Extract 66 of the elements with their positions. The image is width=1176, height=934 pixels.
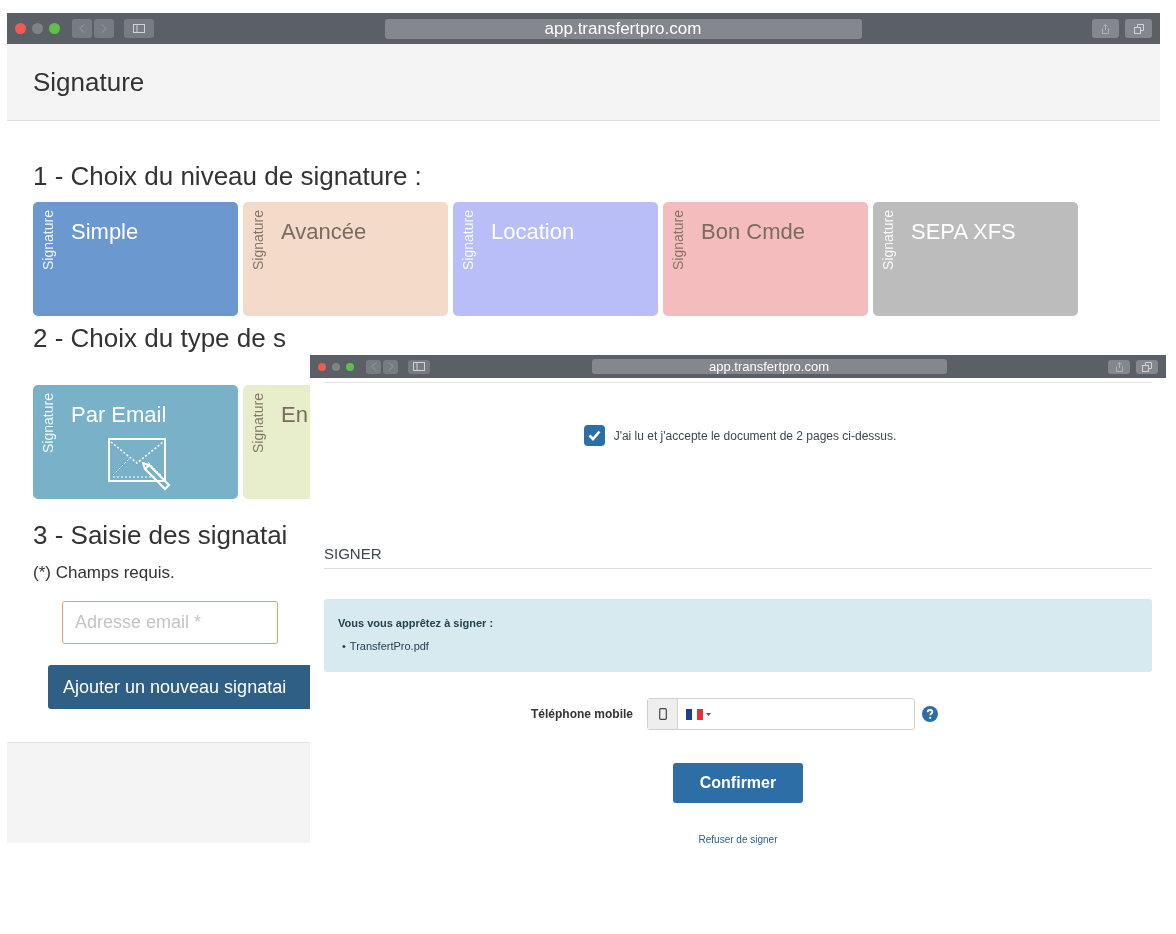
back-button[interactable] — [366, 359, 381, 374]
email-field[interactable]: Adresse email * — [62, 601, 278, 644]
address-bar[interactable]: app.transfertpro.com — [591, 359, 947, 374]
required-note: (*) Champs requis. — [33, 562, 175, 584]
accept-label: J'ai lu et j'accepte le document de 2 pages ci-dessus. — [613, 427, 897, 445]
share-button[interactable] — [1108, 359, 1130, 374]
card-tag: Signature — [249, 210, 267, 286]
back-button[interactable] — [72, 19, 92, 38]
confirm-button[interactable]: Confirmer — [673, 763, 803, 803]
sidebar-icon — [413, 362, 425, 371]
card-label: Avancée — [281, 220, 367, 244]
tabs-icon — [1142, 361, 1152, 372]
signature-card[interactable]: Signature Par Email — [33, 385, 238, 499]
signature-card[interactable]: Signature En — [243, 385, 310, 499]
signature-card[interactable]: Signature Simple — [33, 202, 238, 316]
share-button[interactable] — [1092, 19, 1119, 38]
refuse-link[interactable]: Refuser de signer — [698, 832, 778, 847]
tabs-icon — [1133, 23, 1144, 34]
page-title: Signature — [33, 65, 145, 99]
card-label: Simple — [71, 220, 139, 244]
info-title: Vous vous apprêtez à signer : — [338, 616, 494, 631]
phone-label: Téléphone mobile — [530, 706, 633, 723]
card-label: En — [281, 403, 308, 427]
accept-checkbox[interactable] — [583, 425, 605, 446]
signature-card[interactable]: Signature Bon Cmde — [663, 202, 868, 316]
share-icon — [1101, 23, 1110, 34]
card-tag: Signature — [39, 210, 57, 286]
maximize-icon[interactable] — [346, 362, 354, 371]
card-label: Bon Cmde — [701, 220, 805, 244]
section-heading: 1 - Choix du niveau de signature : — [33, 160, 422, 193]
close-icon[interactable] — [15, 23, 26, 34]
address-bar[interactable]: app.transfertpro.com — [384, 18, 862, 39]
section-heading: 2 - Choix du type de s — [33, 322, 286, 355]
tabs-button[interactable] — [1136, 359, 1158, 374]
forward-button[interactable] — [383, 359, 398, 374]
card-label: Par Email — [71, 403, 167, 427]
sidebar-icon — [133, 24, 145, 33]
card-tag: Signature — [879, 210, 897, 286]
caret-icon[interactable] — [706, 712, 711, 716]
tabs-button[interactable] — [1125, 19, 1152, 38]
file-name: TransfertPro.pdf — [349, 638, 429, 654]
phone-field[interactable] — [647, 698, 915, 730]
close-icon[interactable] — [318, 362, 326, 371]
signature-card[interactable]: Signature Avancée — [243, 202, 448, 316]
add-signer-button[interactable]: Ajouter un nouveau signatai — [48, 665, 310, 709]
minimize-icon[interactable] — [32, 23, 43, 34]
mobile-phone-icon — [658, 708, 667, 720]
card-tag: Signature — [669, 210, 687, 286]
forward-button[interactable] — [94, 19, 114, 38]
card-label: Location — [491, 220, 575, 244]
section-heading: 3 - Saisie des signatai — [33, 519, 288, 552]
minimize-icon[interactable] — [332, 362, 340, 371]
card-tag: Signature — [459, 210, 477, 286]
card-tag: Signature — [249, 393, 267, 469]
sidebar-button[interactable] — [124, 19, 154, 38]
maximize-icon[interactable] — [49, 23, 60, 34]
card-tag: Signature — [39, 393, 57, 469]
section-heading: SIGNER — [324, 545, 382, 562]
france-flag-icon[interactable] — [686, 708, 703, 720]
help-icon[interactable] — [922, 706, 938, 722]
checkmark-icon — [587, 430, 601, 441]
sidebar-button[interactable] — [408, 359, 430, 374]
bullet: • — [342, 638, 346, 654]
card-label: SEPA XFS — [911, 220, 1016, 244]
signature-card[interactable]: Signature SEPA XFS — [873, 202, 1078, 316]
share-icon — [1114, 361, 1124, 372]
